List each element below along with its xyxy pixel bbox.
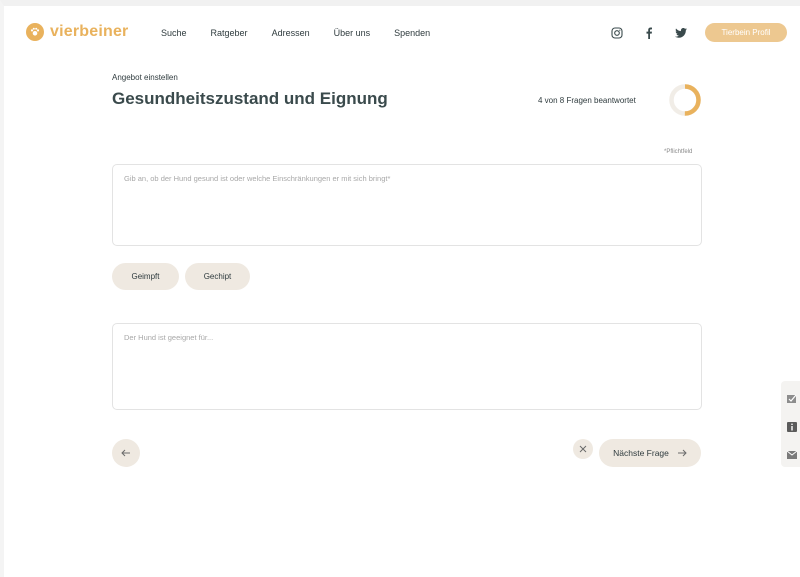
next-question-label: Nächste Frage bbox=[613, 448, 669, 458]
facebook-icon[interactable] bbox=[642, 26, 656, 40]
progress-ring bbox=[669, 84, 701, 116]
brand-name: vierbeiner bbox=[50, 23, 129, 40]
site-header: vierbeiner Suche Ratgeber Adressen Über … bbox=[0, 6, 800, 60]
vaccinated-chip[interactable]: Geimpft bbox=[112, 263, 179, 290]
mail-icon[interactable] bbox=[786, 447, 798, 459]
side-widget bbox=[781, 381, 800, 467]
twitter-icon[interactable] bbox=[674, 26, 688, 40]
health-status-textarea[interactable]: Gib an, ob der Hund gesund ist oder welc… bbox=[112, 164, 702, 246]
nav-item-spenden[interactable]: Spenden bbox=[394, 28, 430, 38]
health-status-placeholder: Gib an, ob der Hund gesund ist oder welc… bbox=[124, 174, 391, 183]
profile-button[interactable]: Tierbein Profil bbox=[705, 23, 787, 42]
back-button[interactable] bbox=[112, 439, 140, 467]
breadcrumb: Angebot einstellen bbox=[112, 73, 178, 82]
paw-logo-icon bbox=[26, 23, 44, 41]
nav-item-ratgeber[interactable]: Ratgeber bbox=[211, 28, 248, 38]
suitability-placeholder: Der Hund ist geeignet für... bbox=[124, 333, 214, 342]
required-field-note: *Pflichtfeld bbox=[664, 149, 693, 155]
nav-item-ueber-uns[interactable]: Über uns bbox=[334, 28, 371, 38]
suitability-textarea[interactable]: Der Hund ist geeignet für... bbox=[112, 323, 702, 410]
page-title: Gesundheitszustand und Eignung bbox=[112, 89, 388, 108]
next-question-button[interactable]: Nächste Frage bbox=[599, 439, 701, 467]
main-nav: Suche Ratgeber Adressen Über uns Spenden bbox=[161, 28, 454, 38]
checkmark-icon[interactable] bbox=[787, 391, 798, 403]
nav-item-adressen[interactable]: Adressen bbox=[272, 28, 310, 38]
arrow-left-icon bbox=[121, 449, 130, 457]
info-icon[interactable] bbox=[787, 419, 798, 432]
close-icon bbox=[579, 445, 587, 453]
skip-button[interactable] bbox=[573, 439, 593, 459]
arrow-right-icon bbox=[677, 449, 687, 457]
nav-item-suche[interactable]: Suche bbox=[161, 28, 187, 38]
social-links bbox=[610, 26, 706, 40]
microchipped-chip[interactable]: Gechipt bbox=[185, 263, 250, 290]
progress-label: 4 von 8 Fragen beantwortet bbox=[538, 96, 636, 105]
brand-logo[interactable]: vierbeiner bbox=[26, 23, 128, 41]
instagram-icon[interactable] bbox=[610, 26, 624, 40]
